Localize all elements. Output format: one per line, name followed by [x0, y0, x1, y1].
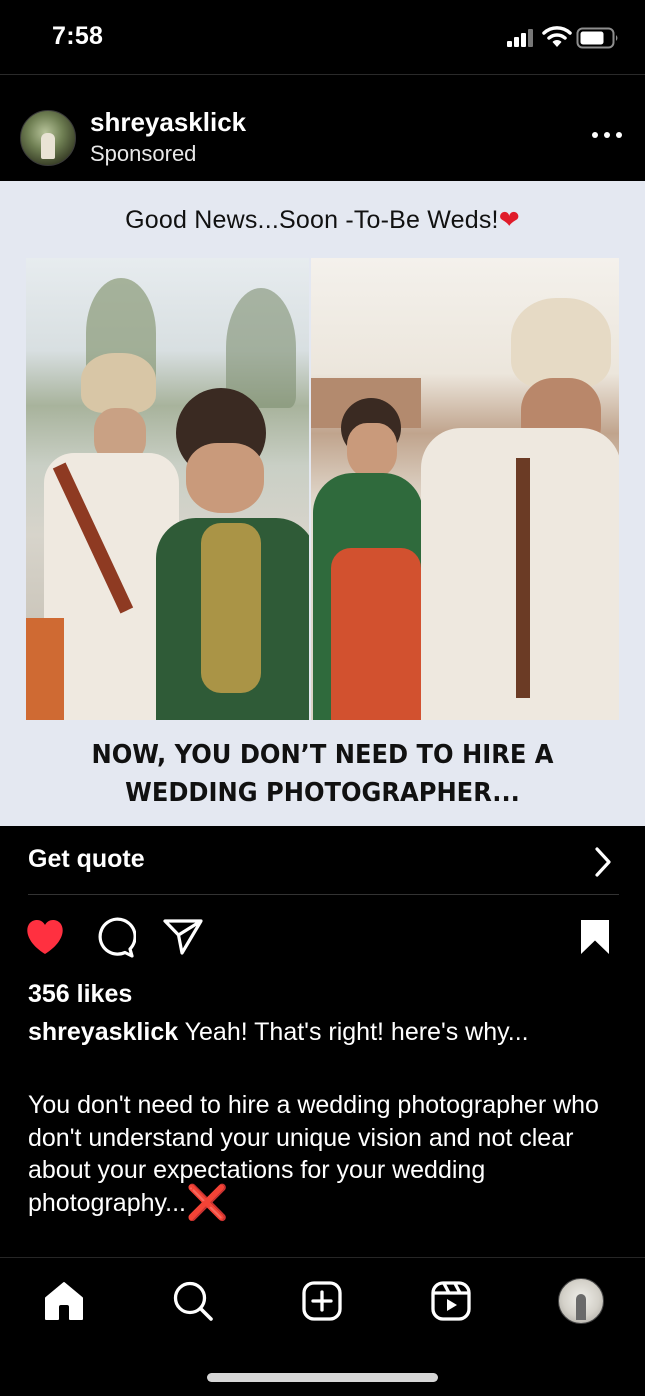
cross-mark-emoji-icon: ❌ — [185, 1183, 229, 1222]
caption-text: Yeah! That's right! here's why... — [184, 1018, 529, 1046]
ad-headline-text: Good News...Soon -To-Be Weds! — [125, 206, 499, 234]
caption-username[interactable]: shreyasklick — [28, 1018, 178, 1046]
ad-tagline: NOW, YOU DON’T NEED TO HIRE A WEDDING PH… — [78, 736, 566, 812]
wedding-photo-left — [26, 258, 309, 720]
create-plus-icon[interactable] — [300, 1279, 344, 1323]
post-author-avatar[interactable] — [20, 110, 76, 166]
caption-body-text: You don't need to hire a wedding photogr… — [28, 1091, 599, 1217]
home-icon[interactable] — [42, 1279, 86, 1323]
battery-icon — [576, 26, 620, 55]
home-indicator[interactable] — [207, 1373, 438, 1382]
like-count[interactable]: 356 likes — [28, 980, 132, 1009]
search-icon[interactable] — [171, 1279, 215, 1323]
cta-divider — [28, 894, 619, 895]
caption-body: You don't need to hire a wedding photogr… — [28, 1089, 628, 1222]
save-bookmark-icon[interactable] — [578, 918, 612, 961]
comment-icon[interactable] — [94, 916, 137, 963]
ad-tagline-line2: WEDDING PHOTOGRAPHER... — [125, 778, 520, 808]
sponsored-label: Sponsored — [90, 141, 197, 166]
get-quote-label: Get quote — [28, 845, 145, 873]
status-time: 7:58 — [52, 22, 104, 50]
ad-tagline-line1: NOW, YOU DON’T NEED TO HIRE A — [91, 740, 554, 770]
heart-emoji-icon: ❤ — [498, 206, 520, 234]
header-divider — [0, 74, 645, 75]
cellular-signal-icon — [506, 28, 536, 53]
share-send-icon[interactable] — [162, 918, 204, 961]
ad-headline: Good News...Soon -To-Be Weds!❤ — [0, 205, 645, 235]
profile-avatar[interactable] — [558, 1278, 604, 1324]
more-options-icon[interactable] — [590, 128, 624, 142]
post-username[interactable]: shreyasklick — [90, 107, 246, 138]
caption-first-line: shreyasklick Yeah! That's right! here's … — [28, 1016, 628, 1048]
chevron-right-icon — [592, 846, 614, 883]
wifi-icon — [542, 25, 572, 54]
like-heart-icon[interactable] — [24, 918, 66, 961]
wedding-photo-right — [311, 258, 619, 720]
reels-icon[interactable] — [429, 1279, 473, 1323]
